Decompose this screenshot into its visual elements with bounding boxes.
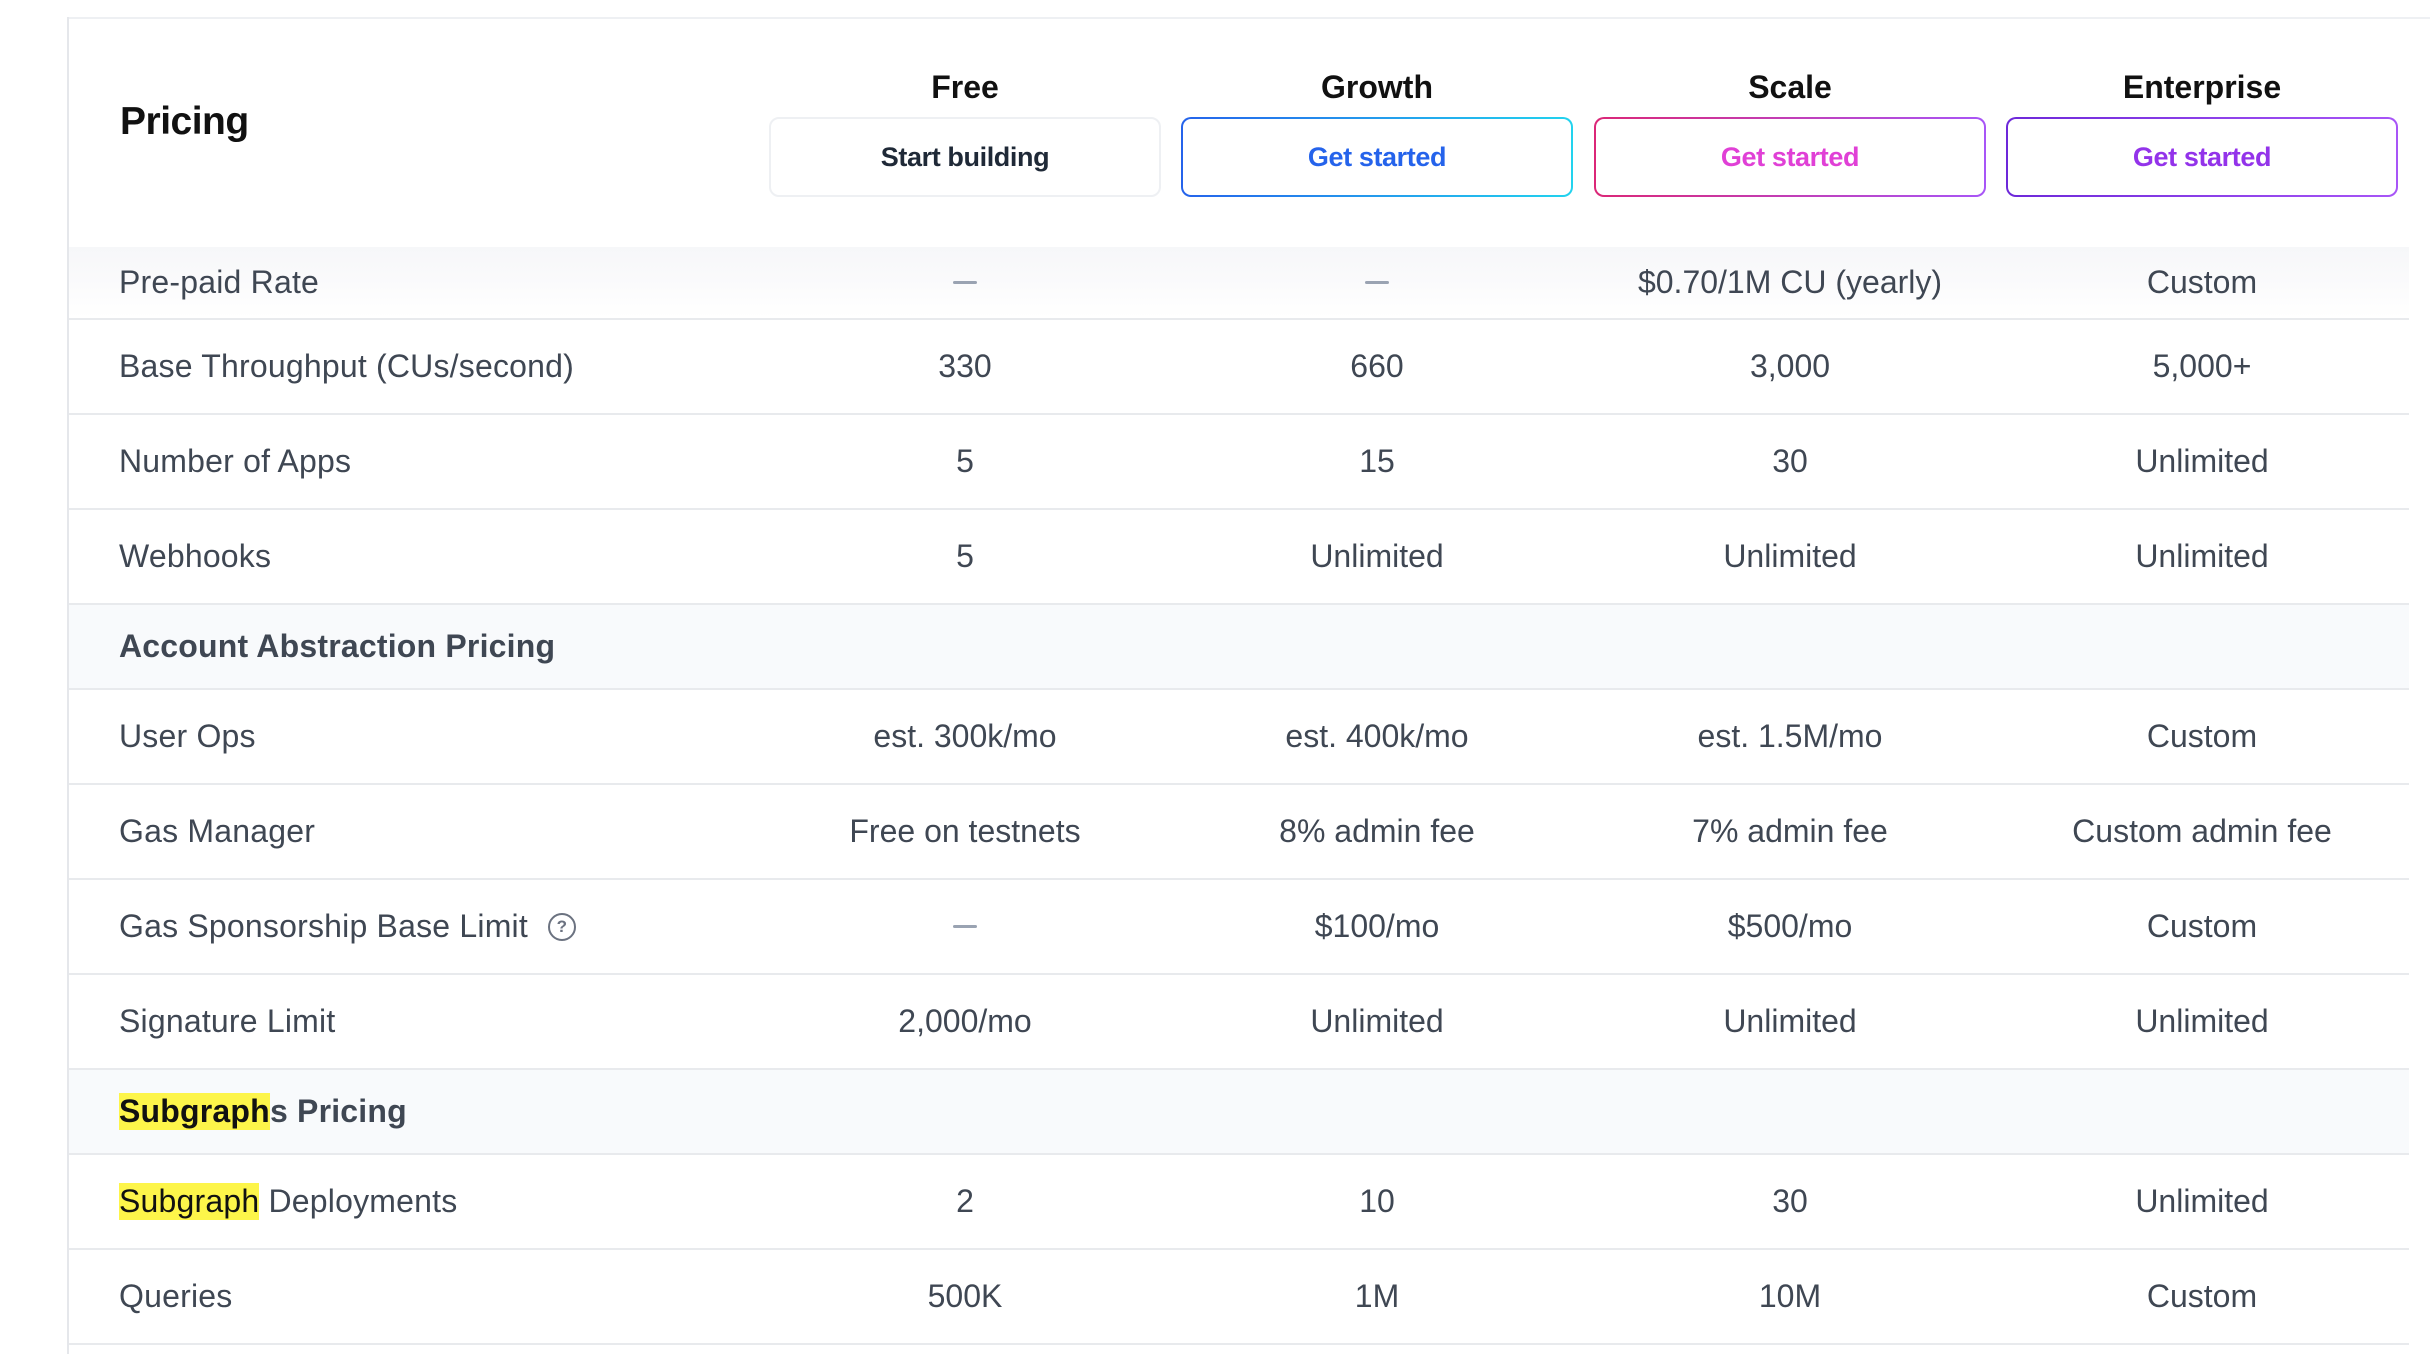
table-row-webhooks: Webhooks 5 Unlimited Unlimited Unlimited bbox=[69, 510, 2409, 605]
row-label: Gas Sponsorship Base Limit bbox=[119, 908, 528, 944]
value-enterprise: Unlimited bbox=[2135, 443, 2269, 479]
value-scale: $0.70/1M CU (yearly) bbox=[1637, 264, 1943, 300]
section-title: Account Abstraction Pricing bbox=[119, 628, 556, 664]
value-free: 5 bbox=[956, 443, 974, 479]
row-label-with-help: Gas Sponsorship Base Limit ? bbox=[119, 880, 576, 973]
value-free bbox=[769, 247, 1161, 318]
plan-free: Free Start building bbox=[769, 19, 1161, 247]
value-free: Free on testnets bbox=[849, 813, 1081, 849]
section-header-subgraphs: Subgraph s Pricing bbox=[69, 1070, 2409, 1155]
pricing-rows: Pre-paid Rate $0.70/1M CU (yearly) Custo… bbox=[69, 247, 2409, 1345]
dash-icon bbox=[1365, 281, 1389, 284]
plan-name-scale: Scale bbox=[1748, 69, 1832, 105]
row-label: User Ops bbox=[119, 718, 256, 754]
value-scale: 3,000 bbox=[1749, 348, 1831, 384]
table-row-subgraph-deployments: Subgraph Deployments 2 10 30 Unlimited bbox=[69, 1155, 2409, 1250]
value-growth: 660 bbox=[1350, 348, 1404, 384]
table-row-user-ops: User Ops est. 300k/mo est. 400k/mo est. … bbox=[69, 690, 2409, 785]
dash-icon bbox=[953, 281, 977, 284]
value-free: est. 300k/mo bbox=[873, 718, 1057, 754]
value-growth: 1M bbox=[1354, 1278, 1400, 1314]
row-label: Subgraph Deployments bbox=[119, 1155, 457, 1248]
value-growth: 8% admin fee bbox=[1279, 813, 1475, 849]
row-label: Signature Limit bbox=[119, 1003, 336, 1039]
table-row-signature-limit: Signature Limit 2,000/mo Unlimited Unlim… bbox=[69, 975, 2409, 1070]
table-row-prepaid-rate: Pre-paid Rate $0.70/1M CU (yearly) Custo… bbox=[69, 247, 2409, 320]
table-row-gas-sponsorship: Gas Sponsorship Base Limit ? $100/mo $50… bbox=[69, 880, 2409, 975]
value-growth: $100/mo bbox=[1314, 908, 1440, 944]
section-title: Subgraph s Pricing bbox=[119, 1070, 407, 1153]
growth-get-started-button[interactable]: Get started bbox=[1181, 117, 1573, 197]
value-scale: Unlimited bbox=[1723, 1003, 1857, 1039]
row-label: Webhooks bbox=[119, 538, 272, 574]
value-growth bbox=[1181, 247, 1573, 318]
value-enterprise: 5,000+ bbox=[2152, 348, 2252, 384]
enterprise-get-started-button[interactable]: Get started bbox=[2006, 117, 2398, 197]
start-building-button[interactable]: Start building bbox=[769, 117, 1161, 197]
value-growth: Unlimited bbox=[1310, 538, 1444, 574]
value-growth: 10 bbox=[1359, 1183, 1395, 1219]
value-enterprise: Custom bbox=[2146, 718, 2258, 754]
row-label: Queries bbox=[119, 1278, 233, 1314]
value-scale: 30 bbox=[1772, 1183, 1808, 1219]
page-title: Pricing bbox=[120, 100, 249, 143]
search-highlight: Subgraph bbox=[119, 1093, 270, 1130]
plan-name-enterprise: Enterprise bbox=[2122, 69, 2282, 105]
pricing-header: Pricing Free Start building Growth Get s… bbox=[69, 19, 2409, 247]
value-growth: Unlimited bbox=[1310, 1003, 1444, 1039]
value-scale: est. 1.5M/mo bbox=[1697, 718, 1883, 754]
question-circle-icon[interactable]: ? bbox=[547, 912, 576, 941]
plan-name-growth: Growth bbox=[1321, 69, 1433, 105]
scale-get-started-button[interactable]: Get started bbox=[1594, 117, 1986, 197]
dash-icon bbox=[953, 925, 977, 928]
plan-scale: Scale Get started bbox=[1594, 19, 1986, 247]
section-header-account-abstraction: Account Abstraction Pricing bbox=[69, 605, 2409, 690]
value-enterprise: Custom bbox=[2146, 908, 2258, 944]
value-scale: 7% admin fee bbox=[1692, 813, 1888, 849]
plan-growth: Growth Get started bbox=[1181, 19, 1573, 247]
value-free: 330 bbox=[938, 348, 992, 384]
value-enterprise: Custom bbox=[2146, 264, 2258, 300]
row-label: Gas Manager bbox=[119, 813, 316, 849]
table-row-base-throughput: Base Throughput (CUs/second) 330 660 3,0… bbox=[69, 320, 2409, 415]
value-enterprise: Custom admin fee bbox=[2072, 813, 2332, 849]
value-free: 2 bbox=[956, 1183, 974, 1219]
value-growth: 15 bbox=[1359, 443, 1395, 479]
value-scale: 30 bbox=[1772, 443, 1808, 479]
row-label: Pre-paid Rate bbox=[119, 264, 320, 300]
value-scale: 10M bbox=[1758, 1278, 1822, 1314]
row-label: Number of Apps bbox=[119, 443, 352, 479]
value-free bbox=[769, 880, 1161, 973]
value-growth: est. 400k/mo bbox=[1285, 718, 1469, 754]
value-free: 500K bbox=[927, 1278, 1003, 1314]
value-free: 5 bbox=[956, 538, 974, 574]
plan-name-free: Free bbox=[931, 69, 999, 105]
pricing-table: Pricing Free Start building Growth Get s… bbox=[69, 19, 2409, 1354]
value-scale: Unlimited bbox=[1723, 538, 1857, 574]
value-free: 2,000/mo bbox=[898, 1003, 1032, 1039]
plan-enterprise: Enterprise Get started bbox=[2006, 19, 2398, 247]
search-highlight: Subgraph bbox=[119, 1183, 260, 1220]
value-scale: $500/mo bbox=[1727, 908, 1853, 944]
table-row-number-of-apps: Number of Apps 5 15 30 Unlimited bbox=[69, 415, 2409, 510]
value-enterprise: Custom bbox=[2146, 1278, 2258, 1314]
section-title-rest: s Pricing bbox=[269, 1093, 407, 1129]
row-label-rest: Deployments bbox=[259, 1183, 458, 1219]
table-row-queries: Queries 500K 1M 10M Custom bbox=[69, 1250, 2409, 1345]
row-label: Base Throughput (CUs/second) bbox=[119, 348, 575, 384]
value-enterprise: Unlimited bbox=[2135, 538, 2269, 574]
table-row-gas-manager: Gas Manager Free on testnets 8% admin fe… bbox=[69, 785, 2409, 880]
value-enterprise: Unlimited bbox=[2135, 1003, 2269, 1039]
value-enterprise: Unlimited bbox=[2135, 1183, 2269, 1219]
